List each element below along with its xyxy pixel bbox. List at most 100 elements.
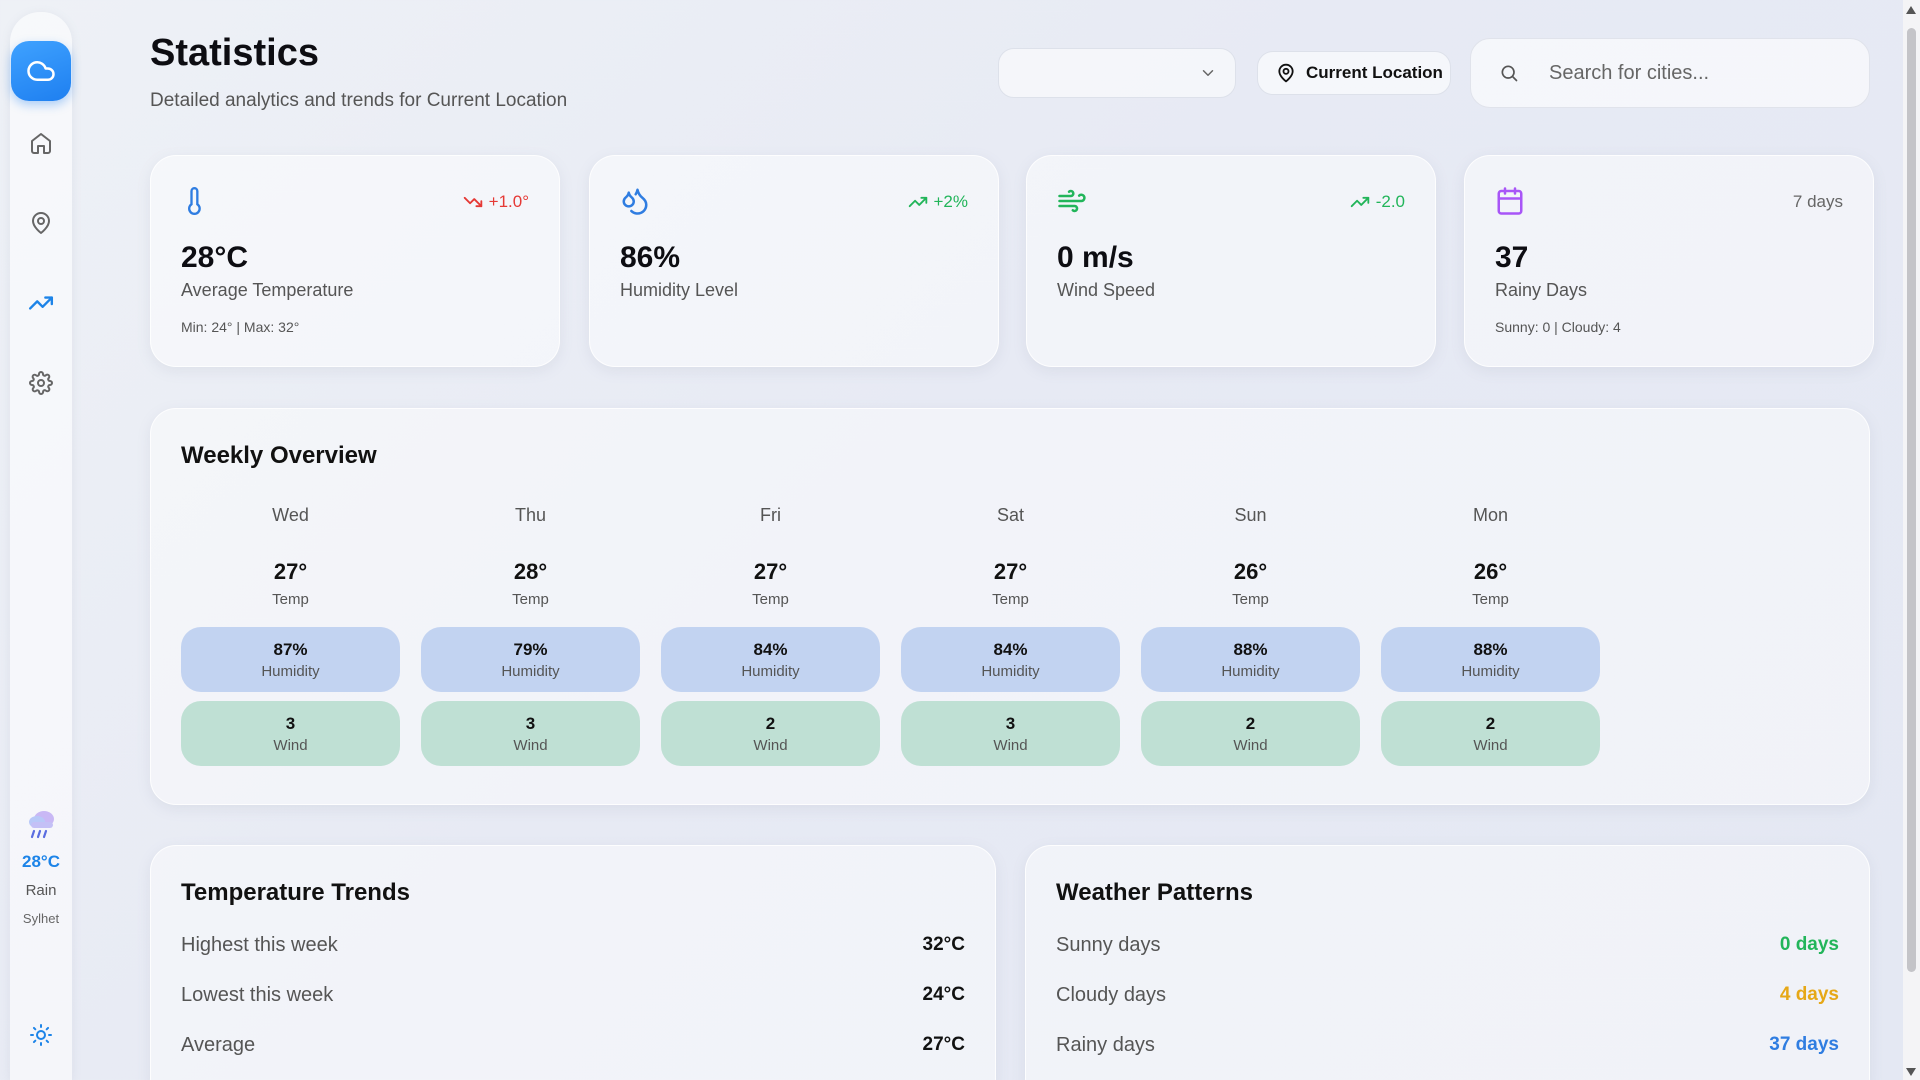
theme-toggle-button[interactable] — [21, 1015, 61, 1055]
wind-pill: 3 Wind — [421, 701, 640, 766]
day-temp: 26° — [1473, 559, 1508, 584]
trending-up-icon — [1350, 196, 1369, 208]
temperature-trends-title: Temperature Trends — [181, 879, 410, 906]
humidity-value: 88% — [1473, 639, 1508, 659]
map-pin-icon — [1278, 63, 1294, 83]
wind-pill: 3 Wind — [181, 701, 400, 766]
card-rainy-days: 7 days 37 Rainy Days Sunny: 0 | Cloudy: … — [1464, 155, 1874, 367]
day-temp-label: Temp — [1472, 591, 1509, 608]
nav-settings[interactable] — [21, 363, 61, 403]
map-pin-icon — [32, 212, 50, 234]
card-label: Average Temperature — [181, 280, 354, 300]
humidity-pill: 88% Humidity — [1381, 627, 1600, 692]
trending-down-icon — [463, 196, 482, 208]
day-column: Mon 26° Temp 88% Humidity 2 Wind — [1381, 505, 1600, 766]
card-average-temperature: +1.0° 28°C Average Temperature Min: 24° … — [150, 155, 560, 367]
day-name: Sun — [1234, 505, 1267, 525]
wind-icon — [1058, 189, 1086, 213]
scrollbar-thumb[interactable] — [1907, 28, 1916, 972]
day-temp: 26° — [1233, 559, 1268, 584]
day-temp-label: Temp — [752, 591, 789, 608]
day-temp: 27° — [993, 559, 1028, 584]
pattern-row-value: 4 days — [1779, 984, 1839, 1005]
day-temp: 27° — [273, 559, 308, 584]
pattern-row-label: Sunny days — [1056, 934, 1161, 956]
card-trend-value: -2.0 — [1375, 192, 1405, 211]
page-subtitle: Detailed analytics and trends for Curren… — [150, 90, 568, 111]
wind-pill: 2 Wind — [1381, 701, 1600, 766]
humidity-value: 84% — [993, 639, 1028, 659]
sidebar-temperature: 28°C — [22, 852, 60, 871]
card-value: 28°C — [181, 241, 249, 274]
app-logo[interactable] — [11, 41, 71, 101]
humidity-label: Humidity — [1461, 662, 1520, 680]
wind-value: 3 — [285, 713, 296, 733]
card-value: 0 m/s — [1057, 241, 1134, 274]
trend-row-label: Highest this week — [181, 934, 338, 956]
nav-statistics[interactable] — [21, 283, 61, 323]
day-column: Sat 27° Temp 84% Humidity 3 Wind — [901, 505, 1120, 766]
humidity-label: Humidity — [261, 662, 320, 680]
card-trend-value: 7 days — [1792, 192, 1843, 211]
sidebar: 28°C Rain Sylhet — [10, 12, 72, 1080]
trend-row-value: 27°C — [922, 1034, 965, 1055]
day-name: Fri — [760, 505, 781, 525]
pattern-row: Sunny days 0 days — [1056, 934, 1839, 957]
scroll-up-arrow-icon[interactable] — [1906, 6, 1916, 14]
nav-locations[interactable] — [21, 203, 61, 243]
trend-row: Average 27°C — [181, 1034, 965, 1057]
weekly-days: Wed 27° Temp 87% Humidity 3 Wind Thu 28° T… — [181, 505, 1600, 766]
humidity-label: Humidity — [981, 662, 1040, 680]
wind-label: Wind — [273, 736, 308, 754]
wind-pill: 2 Wind — [661, 701, 880, 766]
humidity-value: 87% — [273, 639, 308, 659]
card-wind-speed: -2.0 0 m/s Wind Speed — [1026, 155, 1436, 367]
pattern-row-label: Rainy days — [1056, 1034, 1155, 1056]
calendar-icon — [1497, 187, 1523, 215]
pattern-row: Cloudy days 4 days — [1056, 984, 1839, 1007]
sidebar-condition: Rain — [25, 882, 57, 899]
sun-icon — [30, 1024, 52, 1046]
nav-home[interactable] — [21, 123, 61, 163]
wind-pill: 2 Wind — [1141, 701, 1360, 766]
card-trend: +1.0° — [463, 192, 529, 212]
day-temp: 28° — [513, 559, 548, 584]
pattern-row: Rainy days 37 days — [1056, 1034, 1839, 1057]
search-input[interactable] — [1549, 61, 1849, 85]
wind-value: 2 — [765, 713, 776, 733]
day-temp-label: Temp — [992, 591, 1029, 608]
card-sub: Min: 24° | Max: 32° — [181, 319, 300, 335]
card-label: Rainy Days — [1495, 280, 1588, 300]
city-select[interactable] — [998, 48, 1236, 98]
rain-cloud-icon — [29, 811, 54, 839]
day-name: Wed — [272, 505, 309, 525]
card-value: 37 — [1495, 241, 1529, 274]
wind-value: 3 — [1005, 713, 1016, 733]
humidity-value: 88% — [1233, 639, 1268, 659]
weather-patterns-title: Weather Patterns — [1056, 879, 1253, 906]
settings-icon — [29, 371, 53, 395]
humidity-label: Humidity — [501, 662, 560, 680]
card-label: Wind Speed — [1057, 280, 1156, 300]
humidity-pill: 84% Humidity — [901, 627, 1120, 692]
day-column: Sun 26° Temp 88% Humidity 2 Wind — [1141, 505, 1360, 766]
humidity-value: 79% — [513, 639, 548, 659]
current-location-button[interactable]: Current Location — [1257, 51, 1451, 95]
day-column: Fri 27° Temp 84% Humidity 2 Wind — [661, 505, 880, 766]
page-scrollbar[interactable] — [1903, 0, 1920, 1080]
page-title: Statistics — [150, 32, 319, 74]
trending-up-icon — [908, 196, 927, 208]
search-icon — [1501, 65, 1518, 82]
card-label: Humidity Level — [620, 280, 739, 300]
scroll-down-arrow-icon[interactable] — [1906, 1068, 1916, 1076]
home-icon — [31, 133, 51, 154]
wind-label: Wind — [1473, 736, 1508, 754]
pattern-row-label: Cloudy days — [1056, 984, 1167, 1006]
trend-row-value: 32°C — [922, 934, 965, 955]
search-bar[interactable] — [1470, 38, 1870, 108]
card-sub: Sunny: 0 | Cloudy: 4 — [1495, 319, 1621, 335]
cloud-icon — [27, 61, 55, 81]
card-trend: -2.0 — [1350, 192, 1405, 212]
humidity-label: Humidity — [741, 662, 800, 680]
day-column: Thu 28° Temp 79% Humidity 3 Wind — [421, 505, 640, 766]
